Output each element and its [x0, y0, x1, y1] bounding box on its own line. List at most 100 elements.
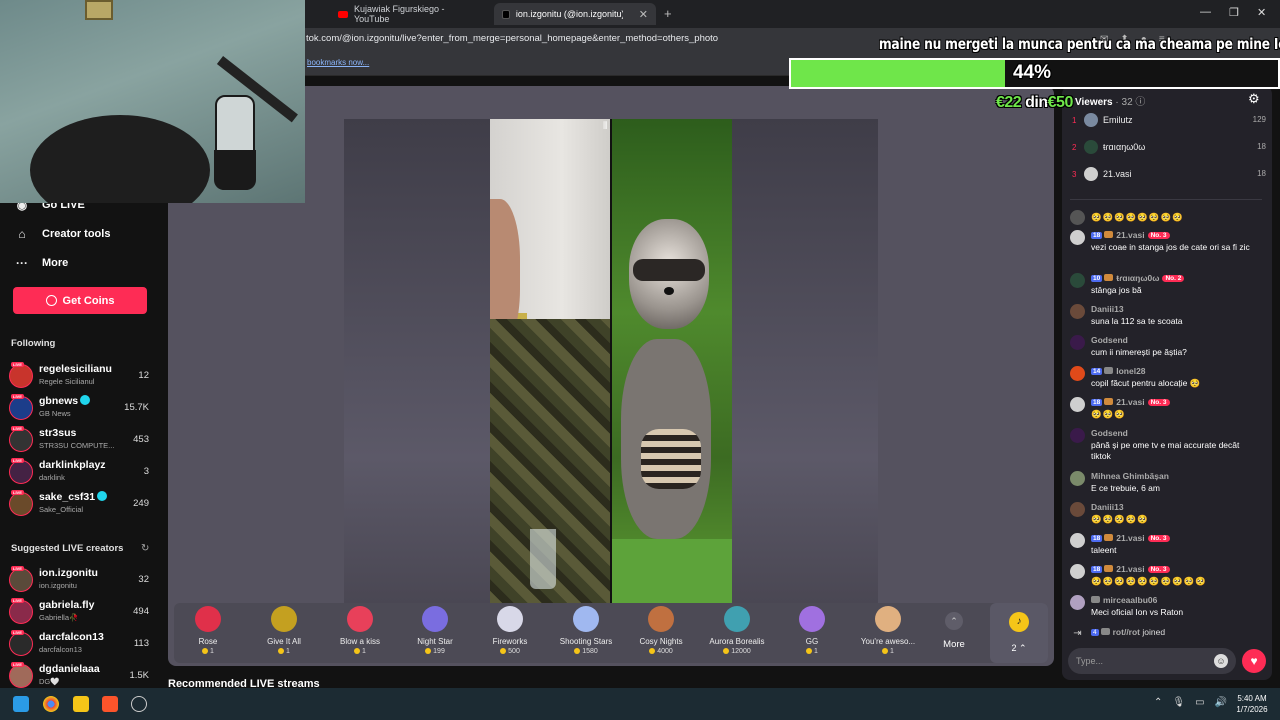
- suggested-user[interactable]: LIVE ion.izgonitu ion.izgonitu 32: [9, 566, 153, 594]
- user-name: dgdanielaaa: [39, 663, 100, 675]
- avatar: [1070, 428, 1085, 443]
- fan-badge-icon: [1104, 534, 1114, 541]
- tiktok-coin-icon: ♪: [1009, 612, 1029, 632]
- nav-creator-tools[interactable]: ⌂ Creator tools: [14, 227, 110, 241]
- gift-youre-awesome[interactable]: You're aweso... 1: [850, 606, 926, 655]
- split-divider: [610, 119, 612, 603]
- following-user[interactable]: LIVE str3sus STR3SU COMPUTE... 453: [9, 426, 153, 454]
- chrome-icon[interactable]: [43, 696, 59, 712]
- get-coins-button[interactable]: Get Coins: [13, 287, 147, 314]
- network-icon[interactable]: ▭: [1195, 697, 1204, 708]
- chevron-up-icon[interactable]: ⌃: [1154, 697, 1162, 708]
- suggested-user[interactable]: LIVE darcfalcon13 darcfalcon13 113: [9, 630, 153, 658]
- chat-input[interactable]: [1076, 652, 1206, 670]
- viewer-count: 3: [143, 466, 149, 477]
- live-badge: LIVE: [11, 426, 24, 431]
- clock-time: 5:40 AM: [1237, 694, 1267, 703]
- chat-text: 🥺🥺🥺: [1091, 409, 1126, 419]
- gift-cosy-nights[interactable]: Cosy Nights 4000: [623, 606, 699, 655]
- gift-blow-a-kiss[interactable]: Blow a kiss 1: [322, 606, 398, 655]
- file-explorer-icon[interactable]: [73, 696, 89, 712]
- windows-start-icon[interactable]: [13, 696, 29, 712]
- info-icon[interactable]: ⓘ: [1135, 97, 1145, 108]
- guest-video-feed: [611, 119, 732, 603]
- url-text[interactable]: tok.com/@ion.izgonitu/live?enter_from_me…: [306, 33, 718, 44]
- taskbar-clock[interactable]: 5:40 AM 1/7/2026: [1228, 693, 1276, 715]
- user-sub: darcfalcon13: [39, 645, 82, 654]
- rank-badge: No. 3: [1147, 232, 1170, 239]
- divider: [1070, 199, 1262, 200]
- tab-title: ion.izgonitu (@ion.izgonitu) is LI: [515, 9, 623, 19]
- host-video-feed: [490, 119, 610, 603]
- nav-more[interactable]: ··· More: [14, 256, 68, 270]
- close-window-button[interactable]: ✕: [1257, 6, 1266, 19]
- top-viewer-row[interactable]: 1 Emilutz 129: [1070, 112, 1266, 130]
- bookmarks-link[interactable]: bookmarks now...: [307, 58, 369, 67]
- tab-youtube[interactable]: Kujawiak Figurskiego - YouTube: [330, 3, 490, 25]
- microphone-icon[interactable]: 🎙: [1172, 697, 1185, 708]
- gift-rose[interactable]: Rose 1: [170, 606, 246, 655]
- coin-balance-button[interactable]: ♪ 2 ⌃: [990, 603, 1048, 663]
- goal-target: €50: [1047, 94, 1074, 111]
- live-badge: LIVE: [11, 362, 24, 367]
- level-badge: 14: [1091, 368, 1103, 375]
- level-badge: 4: [1091, 629, 1099, 636]
- gg-icon: [799, 606, 825, 632]
- chat-input-box[interactable]: [1068, 648, 1236, 674]
- join-icon: ⇥: [1073, 628, 1082, 639]
- more-label: More: [943, 639, 965, 650]
- system-tray: ⌃ 🎙 ▭ 🔊: [1154, 697, 1227, 708]
- get-coins-label: Get Coins: [62, 294, 115, 307]
- new-tab-button[interactable]: +: [664, 6, 672, 21]
- gift-fireworks[interactable]: Fireworks 500: [472, 606, 548, 655]
- user-sub: ion.izgonitu: [39, 581, 77, 590]
- more-gifts-button[interactable]: ⌃ More: [938, 612, 970, 650]
- tab-tiktok-live[interactable]: ion.izgonitu (@ion.izgonitu) is LI ✕: [494, 3, 656, 25]
- glass: [530, 529, 556, 589]
- minimize-button[interactable]: —: [1200, 6, 1211, 18]
- gift-gg[interactable]: GG 1: [774, 606, 850, 655]
- settings-icon[interactable]: ⚙: [1248, 91, 1260, 107]
- viewer-name: Emilutz: [1103, 115, 1133, 125]
- user-sub: Sake_Official: [39, 505, 84, 514]
- top-viewer-row[interactable]: 2 ŧɾɑıαŋω0ω 18: [1070, 139, 1266, 157]
- viewer-name: 21.vasi: [1103, 169, 1132, 179]
- verified-icon: [97, 491, 108, 501]
- following-user[interactable]: LIVE darklinkplayz darklink 3: [9, 458, 153, 486]
- volume-icon[interactable]: 🔊: [1215, 697, 1227, 708]
- restore-button[interactable]: ❐: [1229, 6, 1239, 19]
- user-name: sake_csf31: [39, 491, 96, 503]
- refresh-icon[interactable]: ↻: [141, 543, 149, 554]
- suggested-user[interactable]: LIVE gabriela.fly Gabriella🥀 494: [9, 598, 153, 626]
- following-user[interactable]: LIVE sake_csf31 Sake_Official 249: [9, 490, 153, 518]
- gift-shooting-stars[interactable]: Shooting Stars 1580: [548, 606, 624, 655]
- chat-text: până și pe ome tv e mai accurate decât t…: [1091, 440, 1240, 461]
- aurora-icon: [724, 606, 750, 632]
- viewers-title: Viewers: [1075, 97, 1113, 108]
- avatar: [1070, 304, 1085, 319]
- following-user[interactable]: LIVE gbnews GB News 15.7K: [9, 394, 153, 422]
- clock-app-icon[interactable]: [131, 696, 147, 712]
- viewer-score: 18: [1257, 142, 1266, 151]
- goal-title: maine nu mergeti la munca pentru ca ma c…: [878, 35, 1280, 53]
- heart-icon[interactable]: ♥: [1242, 649, 1266, 673]
- avatar: [1070, 471, 1085, 486]
- gift-night-star[interactable]: Night Star 199: [397, 606, 473, 655]
- emoji-icon[interactable]: ☺: [1214, 654, 1228, 668]
- close-tab-icon[interactable]: ✕: [639, 8, 648, 21]
- brave-icon[interactable]: [102, 696, 118, 712]
- top-viewer-row[interactable]: 3 21.vasi 18: [1070, 166, 1266, 184]
- chat-author: Godsend: [1091, 335, 1128, 345]
- audio-wave-icon[interactable]: ⦀: [603, 121, 607, 132]
- avatar: [9, 396, 33, 420]
- viewer-count: 15.7K: [124, 402, 149, 413]
- gift-give-it-all[interactable]: Give It All 1: [246, 606, 322, 655]
- rank-badge: No. 3: [1147, 399, 1170, 406]
- avatar: [9, 364, 33, 388]
- following-user[interactable]: LIVE regelesicilianu Regele Sicilianul 1…: [9, 362, 153, 390]
- suggested-user[interactable]: LIVE dgdanielaaa DG🤍 1.5K: [9, 662, 153, 688]
- gift-aurora-borealis[interactable]: Aurora Borealis 12000: [699, 606, 775, 655]
- gift-name: Cosy Nights: [639, 637, 683, 646]
- avatar: [9, 600, 33, 624]
- chat-author: Godsend: [1091, 428, 1128, 438]
